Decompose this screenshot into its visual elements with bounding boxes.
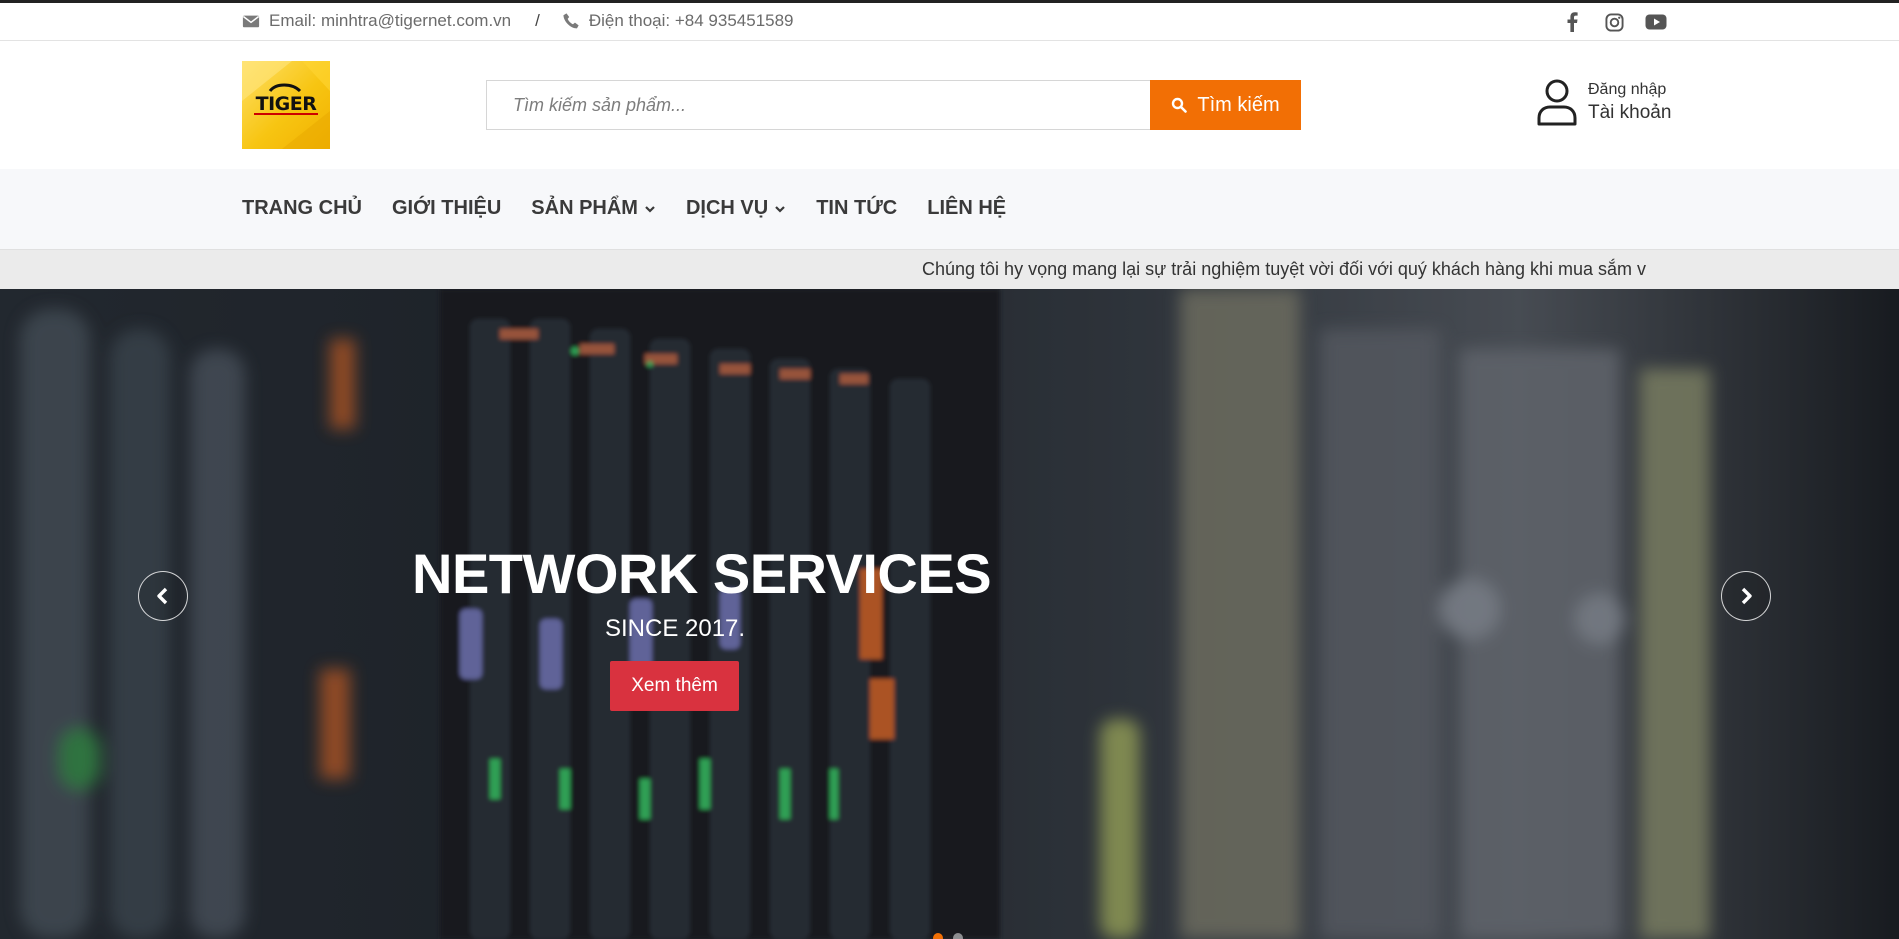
instagram-icon[interactable] — [1603, 11, 1625, 33]
facebook-icon[interactable] — [1561, 11, 1583, 33]
contact-email[interactable]: Email: minhtra@tigernet.com.vn — [269, 11, 511, 31]
envelope-icon — [242, 15, 260, 28]
nav-item-lien-he[interactable]: LIÊN HỆ — [927, 197, 1006, 220]
top-bar: Email: minhtra@tigernet.com.vn / Điện th… — [0, 0, 1899, 41]
account-text: Đăng nhập Tài khoản — [1588, 81, 1671, 124]
nav-item-gioi-thieu[interactable]: GIỚI THIỆU — [392, 197, 501, 220]
search-button[interactable]: Tìm kiếm — [1150, 80, 1301, 130]
nav-item-tin-tuc[interactable]: TIN TỨC — [816, 197, 897, 220]
nav-item-trang-chu[interactable]: TRANG CHỦ — [242, 197, 362, 220]
user-icon — [1537, 79, 1577, 126]
chevron-right-icon — [1741, 587, 1752, 605]
marquee-text: Chúng tôi hy vọng mang lại sự trải nghiệ… — [922, 259, 1647, 279]
nav-label: LIÊN HỆ — [927, 197, 1007, 219]
nav-item-san-pham[interactable]: SẢN PHẨM — [531, 197, 656, 220]
chevron-left-icon — [157, 587, 168, 605]
nav-label: TRANG CHỦ — [242, 197, 362, 219]
chevron-down-icon — [645, 205, 655, 213]
contact-info: Email: minhtra@tigernet.com.vn / Điện th… — [242, 11, 794, 31]
slider-dot[interactable] — [953, 933, 963, 939]
search-button-label: Tìm kiếm — [1197, 93, 1280, 116]
contact-separator: / — [535, 11, 540, 30]
main-nav: TRANG CHỦ GIỚI THIỆU SẢN PHẨM DỊCH VỤ TI… — [0, 169, 1899, 249]
chevron-down-icon — [775, 205, 785, 213]
see-more-button[interactable]: Xem thêm — [610, 661, 739, 711]
contact-phone[interactable]: Điện thoại: +84 935451589 — [589, 11, 794, 31]
nav-label: TIN TỨC — [816, 197, 898, 219]
social-links — [1561, 11, 1667, 33]
slider-next-button[interactable] — [1721, 571, 1771, 621]
site-header: TIGER Tìm kiếm Đăng nhập Tài khoản — [0, 41, 1899, 169]
phone-icon — [563, 13, 579, 29]
slider-prev-button[interactable] — [138, 571, 188, 621]
slider-dot[interactable] — [933, 933, 943, 939]
youtube-icon[interactable] — [1645, 11, 1667, 33]
marquee-clip: Chúng tôi hy vọng mang lại sự trải nghiệ… — [900, 250, 1667, 290]
slider-dots — [933, 933, 963, 939]
nav-list: TRANG CHỦ GIỚI THIỆU SẢN PHẨM DỊCH VỤ TI… — [242, 197, 1036, 220]
search-input[interactable] — [486, 80, 1150, 130]
login-link[interactable]: Đăng nhập — [1588, 81, 1671, 99]
account-menu[interactable]: Đăng nhập Tài khoản — [1536, 78, 1671, 126]
hero-overlay — [0, 289, 1899, 939]
logo-wordmark: TIGER — [253, 93, 319, 115]
account-label[interactable]: Tài khoản — [1588, 102, 1671, 124]
hero-slider: NETWORK SERVICES SINCE 2017. Xem thêm — [0, 289, 1899, 939]
nav-label: GIỚI THIỆU — [392, 197, 502, 219]
announcement-bar: Chúng tôi hy vọng mang lại sự trải nghiệ… — [0, 249, 1899, 289]
search-icon — [1172, 97, 1188, 113]
hero-subtitle: SINCE 2017. — [605, 615, 746, 642]
nav-item-dich-vu[interactable]: DỊCH VỤ — [686, 197, 786, 220]
tiger-logo[interactable]: TIGER — [242, 61, 330, 149]
nav-label: DỊCH VỤ — [685, 197, 769, 219]
nav-label: SẢN PHẨM — [531, 197, 638, 219]
hero-title: NETWORK SERVICES — [412, 542, 992, 605]
